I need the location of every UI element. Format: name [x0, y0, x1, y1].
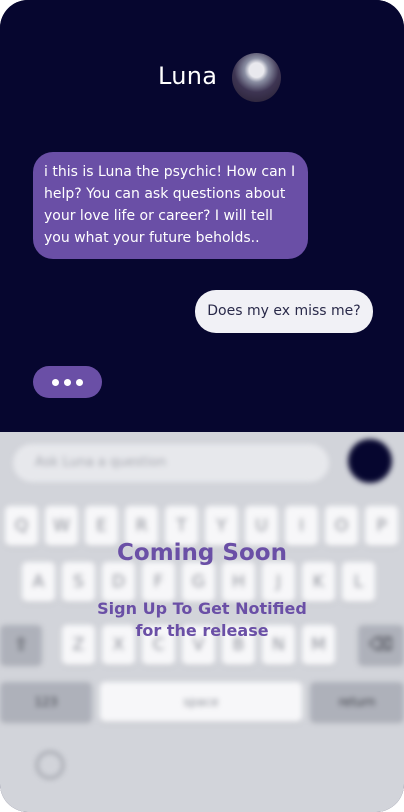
key[interactable]: S	[62, 562, 95, 602]
globe-icon[interactable]	[36, 751, 64, 779]
typing-dot	[64, 378, 71, 386]
chat-area: Luna i this is Luna the psychic! How can…	[0, 0, 404, 432]
key[interactable]: K	[302, 562, 335, 602]
send-button[interactable]	[348, 439, 392, 483]
typing-dot	[76, 378, 83, 386]
key[interactable]: G	[182, 562, 215, 602]
incoming-message: i this is Luna the psychic! How can I he…	[33, 152, 308, 259]
key[interactable]: D	[102, 562, 135, 602]
key[interactable]: F	[142, 562, 175, 602]
app-screen: Luna i this is Luna the psychic! How can…	[0, 0, 404, 812]
signup-notice-line-1: Sign Up To Get Notified	[97, 599, 307, 618]
coming-soon-title: Coming Soon	[117, 540, 287, 566]
return-key[interactable]: return	[310, 682, 404, 722]
key[interactable]: L	[342, 562, 375, 602]
message-input[interactable]: Ask Luna a question	[13, 444, 329, 482]
numbers-key[interactable]: 123	[0, 682, 92, 722]
signup-notice-line-2: for the release	[135, 621, 269, 640]
key[interactable]: A	[22, 562, 55, 602]
contact-avatar[interactable]	[232, 53, 281, 102]
key[interactable]: J	[262, 562, 295, 602]
space-key[interactable]: space	[100, 682, 302, 722]
contact-name: Luna	[158, 62, 218, 90]
typing-indicator	[33, 366, 102, 398]
typing-dot	[52, 378, 59, 386]
key[interactable]: H	[222, 562, 255, 602]
outgoing-message: Does my ex miss me?	[195, 290, 373, 333]
signup-notice[interactable]: Sign Up To Get Notified for the release	[0, 598, 404, 642]
